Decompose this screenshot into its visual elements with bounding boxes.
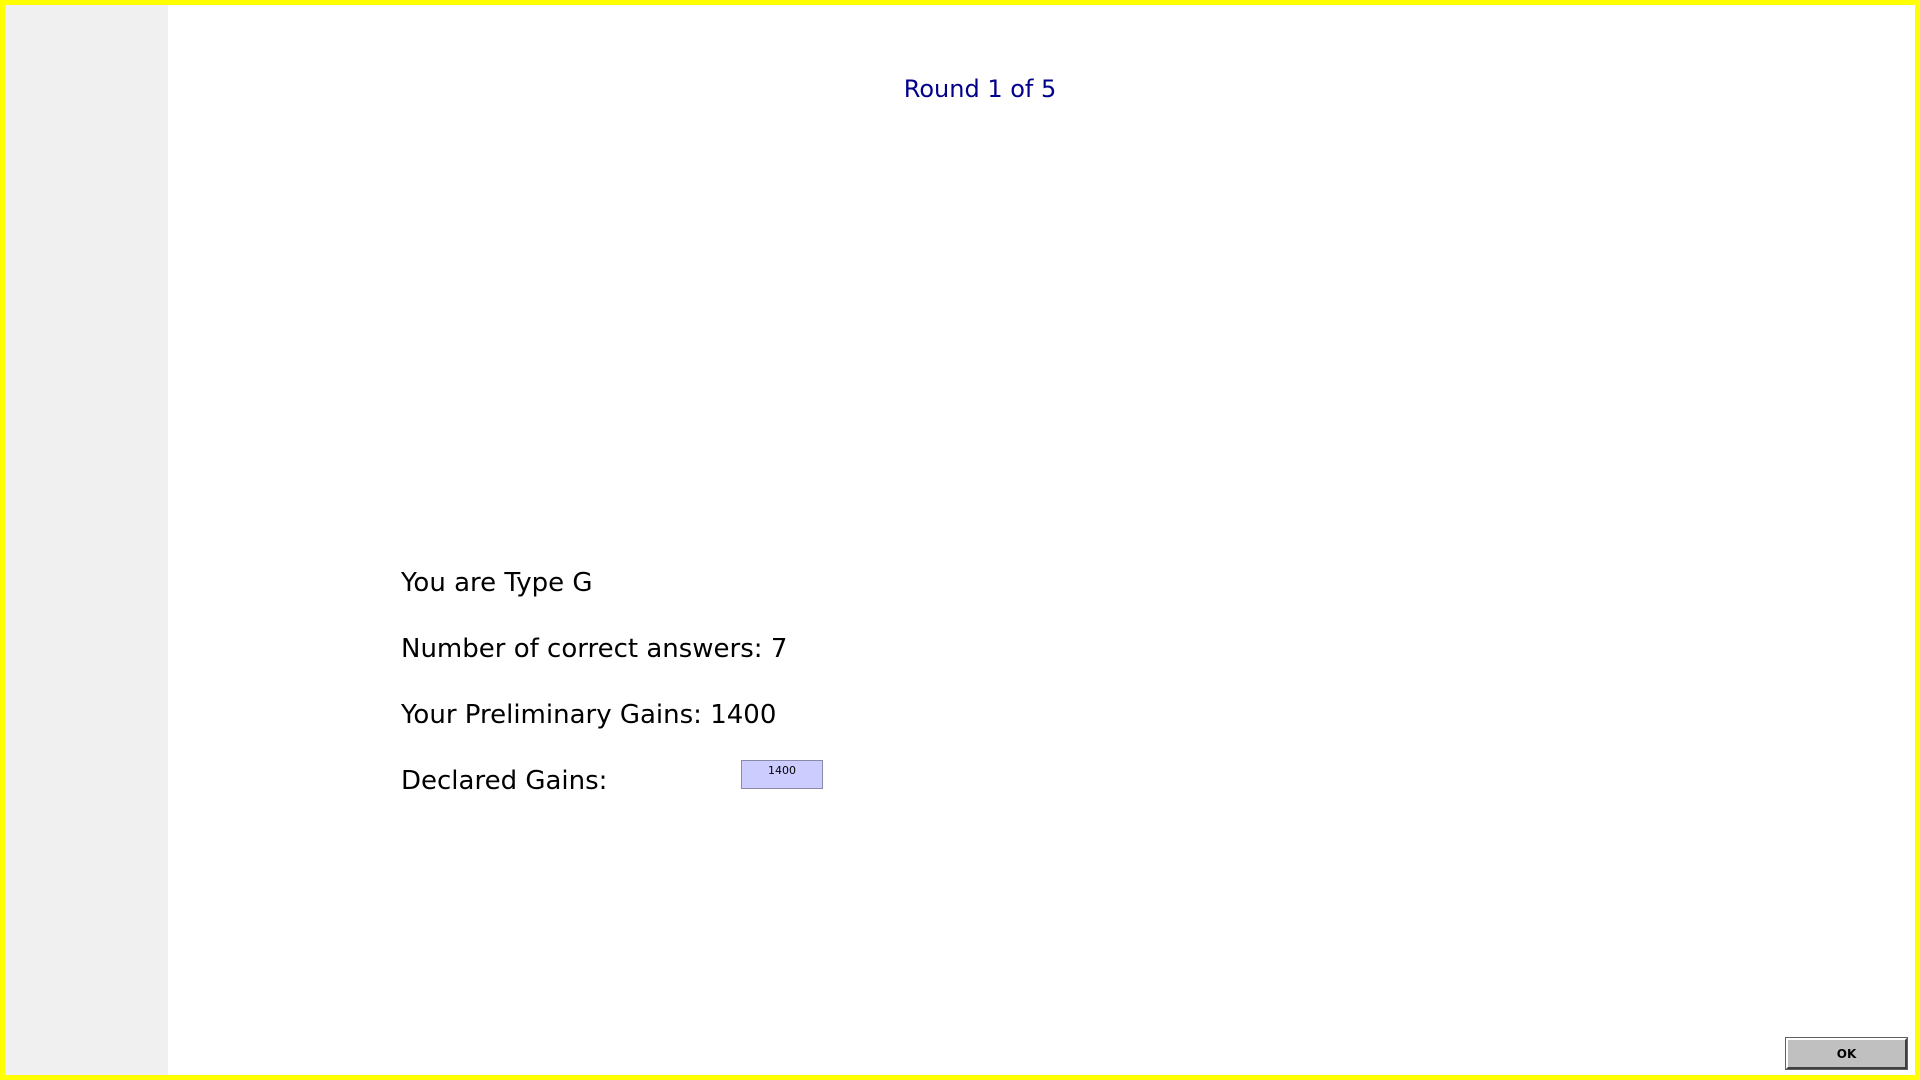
round-indicator: Round 1 of 5 <box>903 75 1057 103</box>
declared-gains-label: Declared Gains: <box>401 766 608 796</box>
experiment-window: Round 1 of 5 You are Type G Number of co… <box>0 0 1920 1080</box>
left-side-panel <box>5 5 168 1075</box>
declared-gains-input[interactable] <box>741 760 823 789</box>
correct-answers-text: Number of correct answers: 7 <box>401 634 788 664</box>
player-type-text: You are Type G <box>401 568 593 598</box>
preliminary-gains-text: Your Preliminary Gains: 1400 <box>401 700 777 730</box>
ok-button[interactable]: OK <box>1785 1037 1908 1070</box>
